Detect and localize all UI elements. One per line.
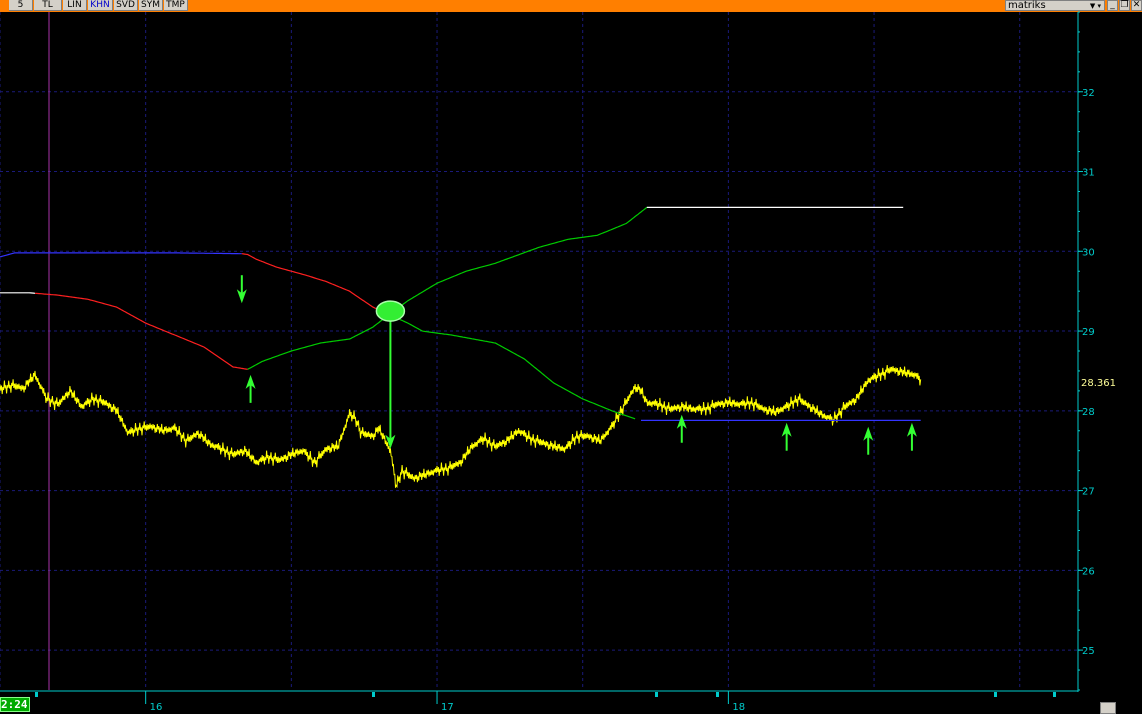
- y-tick-label: 26: [1082, 566, 1095, 577]
- time-marker: [716, 692, 719, 697]
- chart-background: [0, 12, 1142, 714]
- x-tick-label: 17: [441, 702, 454, 713]
- y-tick-label: 28: [1082, 407, 1095, 418]
- x-tick-label: 16: [150, 702, 163, 713]
- y-tick-label: 32: [1082, 88, 1095, 99]
- minimize-icon[interactable]: _: [1107, 0, 1118, 11]
- crossover-marker-icon: [375, 300, 406, 322]
- refresh-icon[interactable]: [1100, 702, 1116, 714]
- x-tick-label: 18: [732, 702, 745, 713]
- time-marker: [1053, 692, 1056, 697]
- y-tick-label: 30: [1082, 247, 1095, 258]
- y-tick-label: 29: [1082, 327, 1095, 338]
- time-marker: [372, 692, 375, 697]
- last-value-label: 28.361: [1081, 378, 1116, 389]
- restore-icon[interactable]: ❐: [1119, 0, 1130, 11]
- price-chart[interactable]: 25 26 27 28 29 30 31 32 16 17 18 28.361: [0, 0, 1142, 714]
- y-tick-label: 27: [1082, 487, 1095, 498]
- y-tick-label: 25: [1082, 646, 1095, 657]
- time-marker: [655, 692, 658, 697]
- time-readout: 2:24: [0, 697, 30, 712]
- close-icon[interactable]: ✕: [1131, 0, 1142, 11]
- time-label: 2:24: [1, 698, 28, 711]
- time-marker: [994, 692, 997, 697]
- time-marker: [35, 692, 38, 697]
- lower_curve-segment: [0, 292, 36, 294]
- y-tick-label: 31: [1082, 168, 1095, 179]
